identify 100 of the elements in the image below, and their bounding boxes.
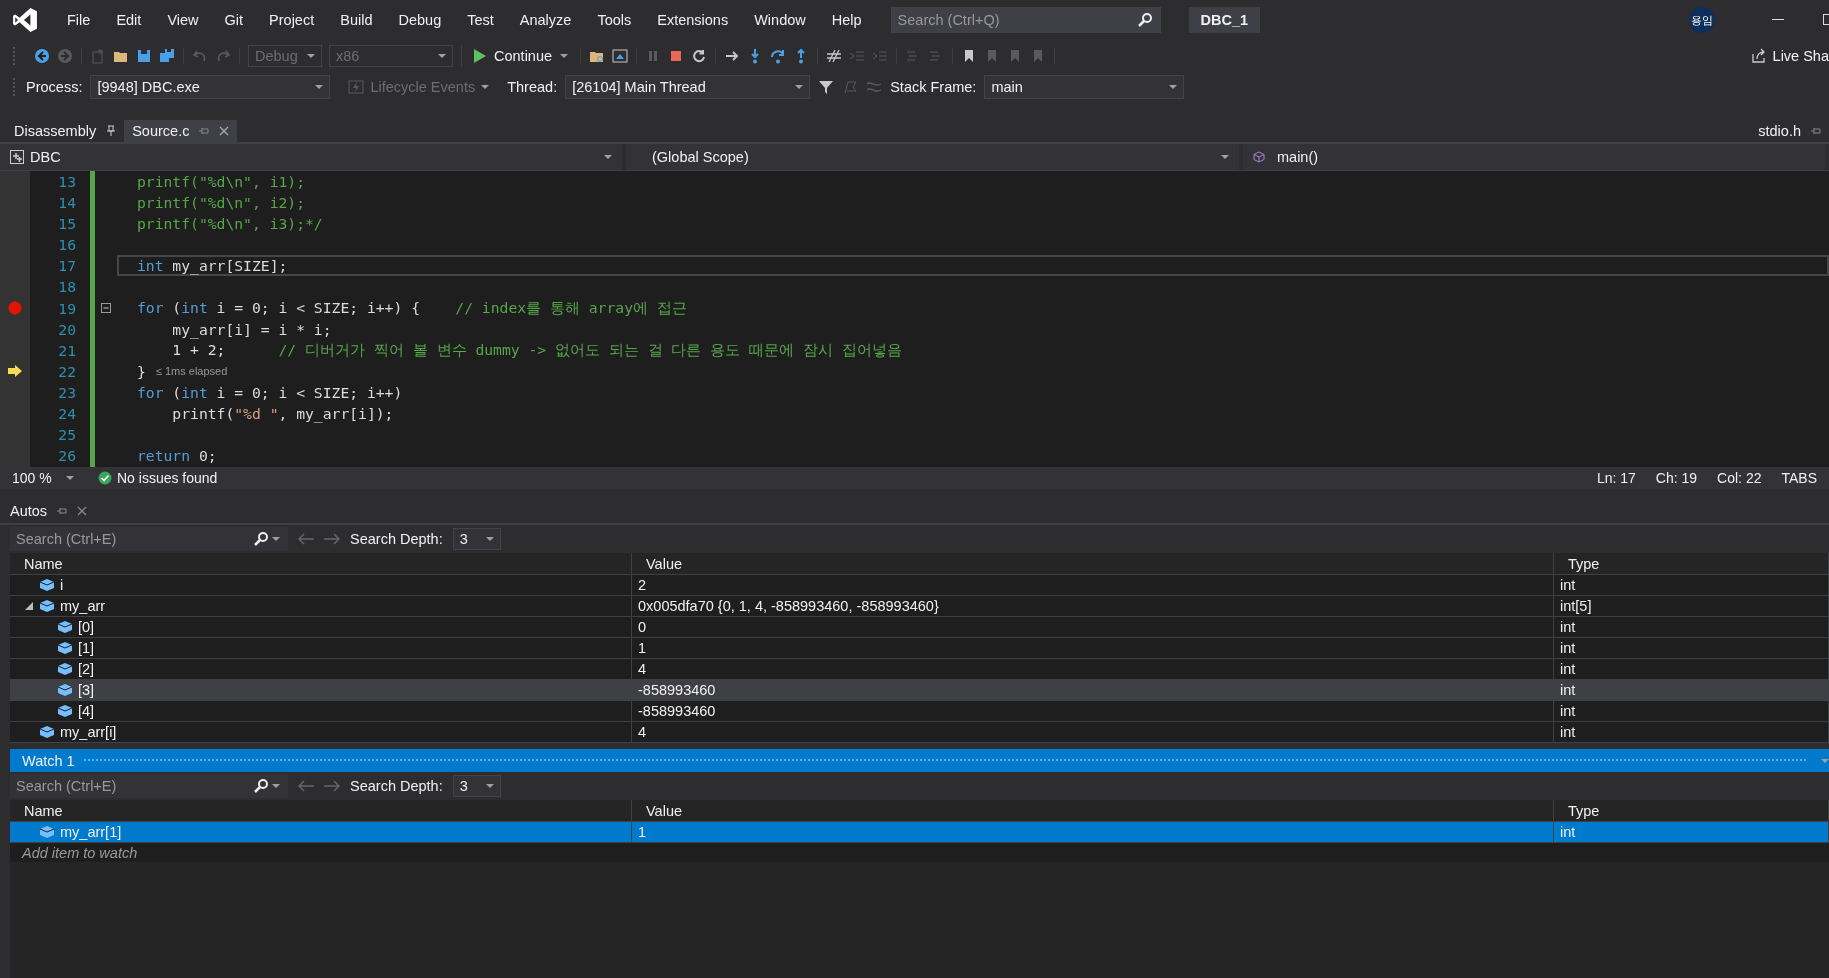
variable-row[interactable]: [1] 1 int <box>10 638 1829 659</box>
search-icon[interactable] <box>1136 12 1153 28</box>
line-number: 18 <box>58 277 76 298</box>
variable-type: int[5] <box>1560 598 1592 614</box>
code-line: my_arr[i] = i * i; <box>171 320 332 338</box>
variable-type: int <box>1560 640 1576 656</box>
indent-mode[interactable]: TABS <box>1781 470 1817 486</box>
menu-item[interactable]: Analyze <box>506 8 585 32</box>
search-field[interactable]: Search (Ctrl+E) <box>10 774 288 798</box>
dropdown-field[interactable]: [9948] DBC.exe <box>90 75 331 99</box>
preview-tab[interactable]: stdio.h <box>1758 123 1801 139</box>
variable-icon <box>58 705 72 717</box>
perf-tip[interactable]: ≤ 1ms elapsed <box>155 365 228 378</box>
close-icon[interactable] <box>77 506 88 516</box>
dropdown-field[interactable]: [26104] Main Thread <box>565 75 811 99</box>
dropdown-caret-icon[interactable] <box>795 85 804 89</box>
dropdown-caret-icon[interactable] <box>1221 155 1229 159</box>
restart-icon[interactable] <box>691 48 708 64</box>
menu-item[interactable]: Extensions <box>644 8 742 32</box>
dropdown-caret-icon[interactable] <box>560 54 569 58</box>
dropdown-caret-icon[interactable] <box>65 476 74 480</box>
document-tab[interactable]: Disassembly <box>6 120 125 142</box>
pin-icon[interactable] <box>106 125 117 137</box>
column-header[interactable]: Type <box>1568 555 1600 572</box>
forward-arrow-icon[interactable] <box>324 780 340 792</box>
live-share-button[interactable]: Live Sha <box>1772 48 1829 64</box>
unpinned-icon[interactable] <box>57 507 68 515</box>
variable-name: my_arr[1] <box>60 824 122 840</box>
menu-item[interactable]: Build <box>327 8 386 32</box>
dropdown-caret-icon[interactable] <box>485 784 494 788</box>
collapse-icon[interactable] <box>101 303 111 314</box>
column-header[interactable]: Value <box>646 555 682 572</box>
breakpoint-icon[interactable] <box>8 301 22 316</box>
variable-row[interactable]: my_arr 0x005dfa70 {0, 1, 4, -858993460, -858993460} int[5] <box>10 596 1829 617</box>
variable-value: -858993460 <box>638 703 716 719</box>
dropdown-caret-icon[interactable] <box>272 784 280 788</box>
menu-item[interactable]: Git <box>211 8 257 32</box>
share-icon[interactable] <box>1750 48 1767 64</box>
variable-icon <box>40 826 54 838</box>
variable-row[interactable]: [4] -858993460 int <box>10 701 1829 722</box>
dropdown-caret-icon[interactable] <box>1169 85 1178 89</box>
back-arrow-icon[interactable] <box>298 533 314 545</box>
issues-status[interactable]: No issues found <box>117 470 218 486</box>
hex-icon[interactable] <box>826 48 843 64</box>
search-field[interactable]: Search (Ctrl+Q) <box>890 7 1161 33</box>
variable-row[interactable]: i 2 int <box>10 575 1829 596</box>
minimize-icon[interactable] <box>1772 19 1784 21</box>
close-icon[interactable] <box>219 126 230 136</box>
menu-item[interactable]: Window <box>741 8 819 32</box>
search-depth-dropdown[interactable]: 3 <box>452 775 501 797</box>
forward-arrow-icon[interactable] <box>324 533 340 545</box>
back-icon[interactable] <box>34 48 50 64</box>
menu-item[interactable]: Edit <box>103 8 155 32</box>
browser-window-icon[interactable] <box>612 48 629 64</box>
menu-item[interactable]: Test <box>454 8 507 32</box>
filter-icon[interactable] <box>818 79 835 95</box>
dropdown-caret-icon[interactable] <box>485 537 494 541</box>
search-icon[interactable] <box>253 531 269 547</box>
save-all-icon[interactable] <box>159 48 175 64</box>
code-line: 1 + 2; // 디버거가 찍어 볼 변수 dummy -> 없어도 되는 걸 다른 용도 때문에 잠시 집어넣음 <box>171 340 902 360</box>
variable-row[interactable]: [3] -858993460 int <box>10 680 1829 701</box>
variable-row[interactable]: [2] 4 int <box>10 659 1829 680</box>
dropdown-caret-icon[interactable] <box>604 155 612 159</box>
dropdown-caret-icon[interactable] <box>315 85 324 89</box>
project-icon <box>10 150 24 164</box>
menu-item[interactable]: File <box>54 8 104 32</box>
column-header[interactable]: Name <box>24 555 63 572</box>
account-avatar[interactable]: 용임 <box>1689 7 1715 33</box>
menu-item[interactable]: Help <box>818 8 875 32</box>
restore-icon[interactable] <box>1823 14 1829 26</box>
menu-item[interactable]: Project <box>256 8 328 32</box>
panel-tab[interactable]: Autos <box>10 503 48 519</box>
column-header[interactable]: Name <box>24 802 63 819</box>
expanded-triangle-icon[interactable] <box>25 602 33 610</box>
back-arrow-icon[interactable] <box>298 780 314 792</box>
save-icon[interactable] <box>136 48 152 64</box>
unpinned-icon[interactable] <box>1811 127 1821 135</box>
variable-row[interactable]: [0] 0 int <box>10 617 1829 638</box>
step-over-icon[interactable] <box>770 48 787 64</box>
variable-value: 4 <box>638 724 647 740</box>
column-header[interactable]: Value <box>646 802 682 819</box>
dropdown-caret-icon[interactable] <box>272 537 280 541</box>
search-icon[interactable] <box>253 778 269 794</box>
dropdown-field[interactable]: main <box>984 75 1185 99</box>
search-depth-dropdown[interactable]: 3 <box>452 528 501 550</box>
menu-item[interactable]: View <box>154 8 212 32</box>
menu-item[interactable]: Tools <box>584 8 645 32</box>
document-tab[interactable]: Source.c <box>124 120 238 142</box>
variable-type: int <box>1560 661 1576 677</box>
variable-row[interactable]: my_arr[i] 4 int <box>10 722 1829 743</box>
variable-icon <box>40 726 54 738</box>
variable-type: int <box>1560 577 1576 593</box>
panel-title-bar[interactable]: Watch 1 <box>10 749 1829 772</box>
zoom-dropdown[interactable]: 100 % <box>12 470 82 486</box>
continue-button[interactable]: Continue <box>470 48 573 64</box>
menu-item[interactable]: Debug <box>385 8 455 32</box>
search-field[interactable]: Search (Ctrl+E) <box>10 527 288 551</box>
variable-row[interactable]: my_arr[1] 1 int <box>10 822 1829 843</box>
column-header[interactable]: Type <box>1568 802 1600 819</box>
line-number: 24 <box>58 404 76 425</box>
